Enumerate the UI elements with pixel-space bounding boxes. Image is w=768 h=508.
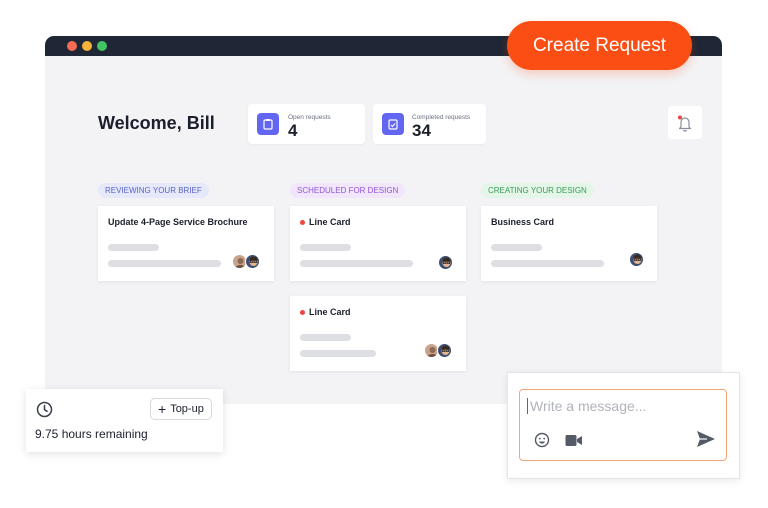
stat-open-requests: Open requests 4 [248, 104, 365, 144]
message-composer [519, 389, 727, 461]
status-pill-reviewing: REVIEWING YOUR BRIEF [98, 183, 209, 198]
bell-icon [678, 115, 692, 132]
urgent-dot [300, 219, 305, 225]
hours-remaining: 9.75 hours remaining [35, 427, 148, 441]
placeholder-bar [300, 334, 351, 341]
message-panel [507, 372, 740, 479]
message-input[interactable] [527, 398, 717, 414]
request-card[interactable]: Business Card [481, 206, 657, 281]
card-title: Update 4-Page Service Brochure [108, 217, 248, 227]
notifications-button[interactable] [668, 106, 702, 139]
clock-icon [36, 401, 53, 418]
placeholder-bar [300, 260, 413, 267]
card-title-text: Business Card [491, 217, 555, 227]
placeholder-bar [300, 244, 351, 251]
page-title: Welcome, Bill [98, 113, 215, 133]
clipboard-icon [257, 113, 279, 135]
avatar [629, 252, 644, 267]
window-close-dot[interactable] [67, 41, 77, 51]
stat-value: 4 [288, 121, 298, 140]
card-title-text: Update 4-Page Service Brochure [108, 217, 248, 227]
stat-label: Open requests [288, 114, 331, 121]
avatar [437, 343, 452, 358]
card-title: Line Card [300, 217, 351, 227]
placeholder-bar [300, 350, 376, 357]
placeholder-bar [491, 244, 542, 251]
window-maximize-dot[interactable] [97, 41, 107, 51]
send-icon[interactable] [696, 430, 716, 448]
avatar [245, 254, 260, 269]
stat-value: 34 [412, 121, 431, 140]
request-card[interactable]: Line Card [290, 206, 466, 281]
placeholder-bar [108, 244, 159, 251]
urgent-dot [300, 309, 305, 315]
topup-label: Top-up [170, 403, 204, 415]
card-title-text: Line Card [309, 307, 351, 317]
avatar [438, 255, 453, 270]
window-minimize-dot[interactable] [82, 41, 92, 51]
card-title-text: Line Card [309, 217, 351, 227]
topup-button[interactable]: + Top-up [150, 398, 212, 420]
card-title: Business Card [491, 217, 554, 227]
emoji-icon[interactable] [534, 432, 550, 448]
request-card[interactable]: Line Card [290, 296, 466, 371]
landing-stage: Create Request Welcome, Bill Open reques… [0, 0, 768, 508]
placeholder-bar [108, 260, 221, 267]
stat-label: Completed requests [412, 114, 471, 121]
request-card[interactable]: Update 4-Page Service Brochure [98, 206, 274, 281]
create-request-button[interactable]: Create Request [507, 21, 692, 70]
status-pill-scheduled: SCHEDULED FOR DESIGN [290, 183, 406, 198]
clipboard-check-icon [382, 113, 404, 135]
stat-completed-requests: Completed requests 34 [373, 104, 486, 144]
unread-dot [678, 115, 682, 119]
card-title: Line Card [300, 307, 351, 317]
video-icon[interactable] [565, 434, 583, 447]
plus-icon: + [158, 401, 167, 417]
status-pill-creating: CREATING YOUR DESIGN [481, 183, 594, 198]
placeholder-bar [491, 260, 604, 267]
hours-widget: + Top-up 9.75 hours remaining [26, 389, 223, 452]
